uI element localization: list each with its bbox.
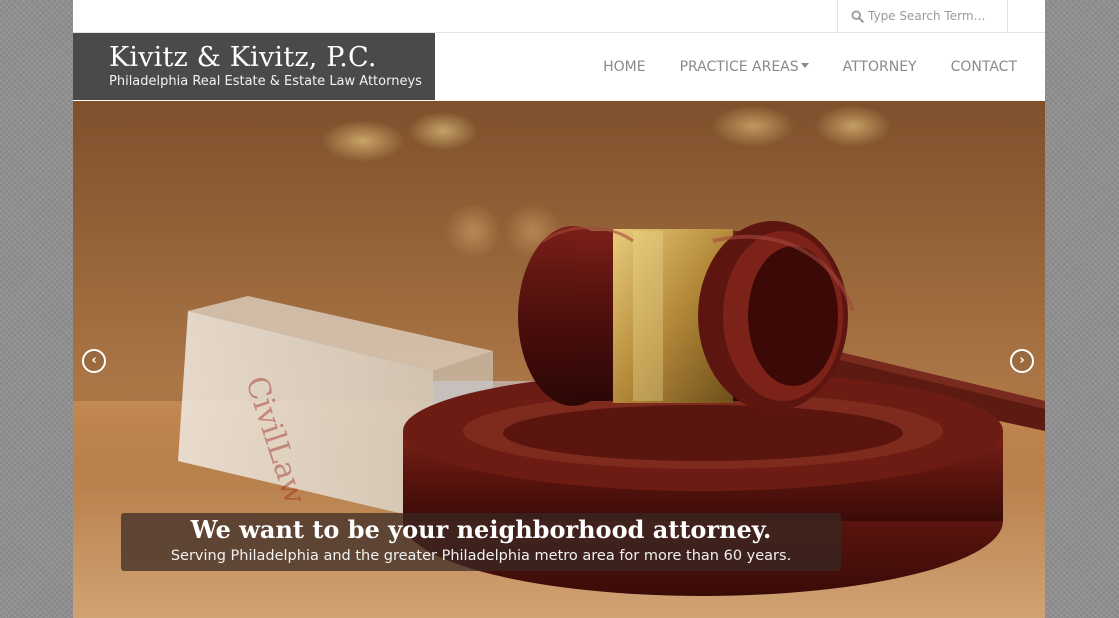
nav-item-attorney[interactable]: ATTORNEY: [843, 59, 917, 75]
top-bar: [73, 0, 1045, 33]
nav-item-label: PRACTICE AREAS: [679, 58, 799, 75]
main-nav: HOME PRACTICE AREAS ATTORNEY CONTACT: [569, 33, 1017, 100]
nav-item-home[interactable]: HOME: [603, 59, 645, 75]
nav-item-practice-areas[interactable]: PRACTICE AREAS: [680, 59, 809, 75]
search-icon[interactable]: [848, 7, 866, 25]
search-input[interactable]: [868, 9, 998, 23]
nav-item-contact[interactable]: CONTACT: [951, 59, 1017, 75]
hero-slider: CivilLaw ‹ › We want to be your neighbor…: [73, 101, 1045, 618]
page: Kivitz & Kivitz, P.C. Philadelphia Real …: [73, 0, 1045, 618]
site-header: Kivitz & Kivitz, P.C. Philadelphia Real …: [73, 33, 1045, 100]
site-logo[interactable]: Kivitz & Kivitz, P.C. Philadelphia Real …: [73, 33, 435, 100]
site-tagline: Philadelphia Real Estate & Estate Law At…: [109, 74, 422, 89]
search-box[interactable]: [837, 0, 1008, 32]
caret-down-icon: [800, 63, 809, 68]
slide-caption: We want to be your neighborhood attorney…: [121, 513, 841, 571]
nav-item-label: HOME: [603, 58, 646, 75]
nav-item-label: ATTORNEY: [842, 58, 917, 75]
slider-next-button[interactable]: ›: [1010, 349, 1034, 373]
caption-title: We want to be your neighborhood attorney…: [190, 515, 772, 544]
chevron-left-icon: ‹: [91, 353, 97, 368]
slider-prev-button[interactable]: ‹: [82, 349, 106, 373]
nav-item-label: CONTACT: [950, 58, 1017, 75]
caption-subtitle: Serving Philadelphia and the greater Phi…: [170, 548, 792, 564]
site-title[interactable]: Kivitz & Kivitz, P.C.: [109, 42, 377, 73]
chevron-right-icon: ›: [1019, 353, 1025, 368]
